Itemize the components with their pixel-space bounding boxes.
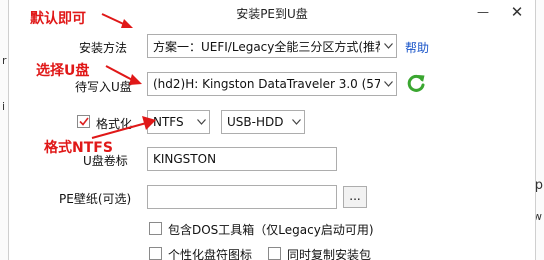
- close-button[interactable]: ✕: [499, 0, 535, 26]
- install-method-dropdown[interactable]: 方案一：UEFI/Legacy全能三分区方式(推荐): [147, 34, 397, 58]
- annotation-arrow-icon: [91, 116, 156, 139]
- boot-mode-dropdown[interactable]: USB-HDD: [221, 110, 305, 134]
- wallpaper-path-input[interactable]: [147, 185, 337, 209]
- annotation-arrow-icon: [105, 65, 142, 85]
- refresh-icon[interactable]: [405, 72, 427, 94]
- dos-toolbox-checkbox[interactable]: [149, 222, 162, 235]
- wallpaper-label: PE壁纸(可选): [59, 192, 132, 206]
- title-bar[interactable]: 安装PE到U盘 — ✕: [9, 0, 535, 26]
- target-drive-dropdown[interactable]: (hd2)H: Kingston DataTraveler 3.0 (57.6G: [147, 72, 397, 96]
- boot-mode-value: USB-HDD: [227, 115, 284, 129]
- annotation-arrow-icon: [101, 13, 133, 28]
- chevron-down-icon: [380, 73, 396, 95]
- format-checkbox[interactable]: [77, 115, 90, 128]
- dos-toolbox-label: 包含DOS工具箱（仅Legacy启动可用): [168, 223, 374, 237]
- help-link[interactable]: 帮助: [405, 39, 429, 56]
- chevron-down-icon: [380, 35, 396, 57]
- copy-installer-label: 同时复制安装包: [287, 248, 372, 260]
- install-method-label: 安装方法: [79, 41, 128, 55]
- annotation-default: 默认即可: [30, 11, 86, 27]
- chevron-down-icon: [288, 111, 304, 133]
- dialog-title: 安装PE到U盘: [236, 7, 308, 21]
- target-drive-value: (hd2)H: Kingston DataTraveler 3.0 (57.6G: [153, 77, 380, 91]
- volume-label-input[interactable]: KINGSTON: [147, 147, 337, 171]
- custom-drive-icon-label: 个性化盘符图标: [168, 248, 253, 260]
- install-method-value: 方案一：UEFI/Legacy全能三分区方式(推荐): [153, 39, 380, 54]
- background-text-fragment: i: [2, 100, 6, 113]
- custom-drive-icon-checkbox[interactable]: [149, 247, 162, 260]
- minimize-button[interactable]: —: [465, 0, 501, 26]
- background-text-fragment: r: [2, 54, 7, 67]
- browse-button[interactable]: ...: [343, 186, 367, 208]
- install-pe-dialog: 安装PE到U盘 — ✕ 安装方法 方案一：UEFI/Legacy全能三分区方式(…: [8, 0, 536, 260]
- volume-label-value: KINGSTON: [153, 152, 217, 166]
- chevron-down-icon: [193, 111, 209, 133]
- copy-installer-checkbox[interactable]: [268, 247, 281, 260]
- annotation-select-usb: 选择U盘: [36, 63, 90, 79]
